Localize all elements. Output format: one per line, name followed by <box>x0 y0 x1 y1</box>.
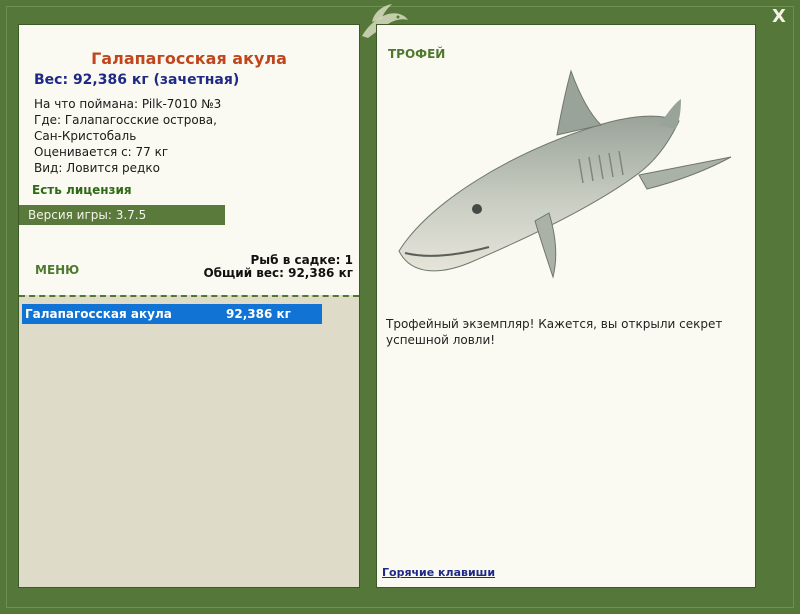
caught-with: На что поймана: Pilk-7010 №3 <box>34 97 222 111</box>
hotkeys-link[interactable]: Горячие клавиши <box>382 566 495 579</box>
fish-details: На что поймана: Pilk-7010 №3 Где: Галапа… <box>34 96 221 176</box>
menu-button[interactable]: МЕНЮ <box>35 263 79 277</box>
location-line-2: Сан-Кристобаль <box>34 129 137 143</box>
close-button[interactable]: X <box>768 6 790 28</box>
rarity: Вид: Ловится редко <box>34 161 160 175</box>
keepnet-total-weight: Общий вес: 92,386 кг <box>203 266 353 280</box>
fish-info-panel: Галапагосская акула Вес: 92,386 кг (заче… <box>18 24 360 588</box>
fish-name: Галапагосская акула <box>91 49 287 68</box>
trophy-panel: ТРОФЕЙ Трофейный экземпляр! Кажется, вы … <box>376 24 756 588</box>
shark-image <box>398 69 732 279</box>
location-line-1: Где: Галапагосские острова, <box>34 113 217 127</box>
window-frame: X Галапагосская акула Вес: 92,386 кг (за… <box>0 0 800 614</box>
list-item[interactable]: Галапагосская акула 92,386 кг <box>22 304 322 324</box>
catch-name: Галапагосская акула <box>25 307 172 321</box>
trophy-label: ТРОФЕЙ <box>388 47 446 61</box>
fish-card: Галапагосская акула Вес: 92,386 кг (заче… <box>19 25 359 225</box>
game-version: Версия игры: 3.7.5 <box>19 205 225 225</box>
fish-weight: Вес: 92,386 кг (зачетная) <box>34 72 240 88</box>
valued-from: Оценивается с: 77 кг <box>34 145 169 159</box>
divider <box>19 295 359 297</box>
license-status: Есть лицензия <box>32 183 132 197</box>
keepnet-count: Рыб в садке: 1 <box>250 253 354 267</box>
catch-weight: 92,386 кг <box>226 307 291 321</box>
trophy-description: Трофейный экземпляр! Кажется, вы открыли… <box>386 317 723 347</box>
